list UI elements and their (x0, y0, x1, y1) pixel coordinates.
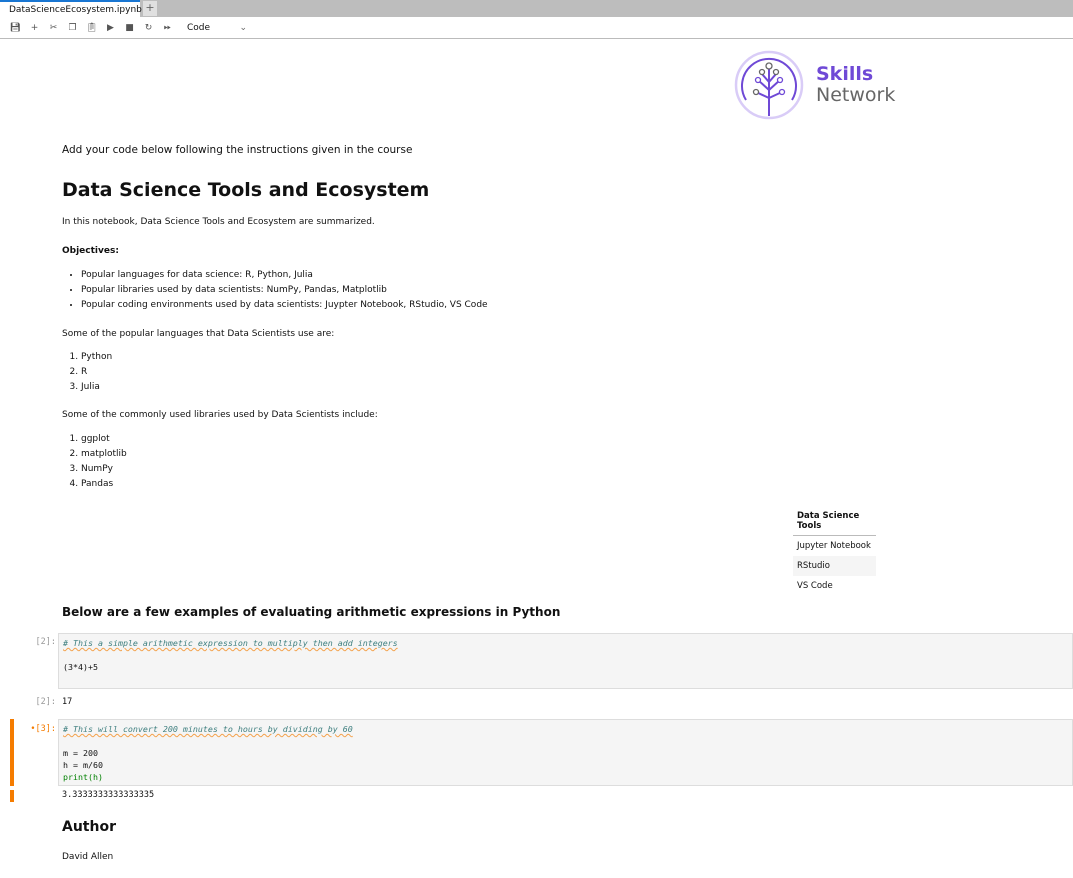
code-comment: # This a simple arithmetic expression to… (63, 638, 398, 648)
tab-title: DataScienceEcosystem.ipynb (9, 4, 142, 15)
paste-icon[interactable]: 📋︎ (82, 23, 101, 33)
new-tab-button[interactable]: + (143, 1, 157, 16)
code-cell-2[interactable]: # This will convert 200 minutes to hours… (58, 719, 1073, 786)
table-cell: RStudio (793, 556, 876, 576)
code-line: print(h) (63, 772, 103, 782)
code-cell-1[interactable]: # This a simple arithmetic expression to… (58, 633, 1073, 689)
cell1-output-prompt: [2]: (35, 697, 56, 707)
list-item: matplotlib (81, 447, 127, 462)
table-header: Data Science Tools (793, 507, 876, 536)
cell1-output: 17 (62, 697, 73, 707)
list-item: Popular languages for data science: R, P… (81, 268, 488, 283)
logo-line1: Skills (816, 63, 874, 85)
list-item: Popular coding environments used by data… (81, 298, 488, 313)
examples-heading: Below are a few examples of evaluating a… (62, 605, 561, 619)
tools-table: Data Science Tools Jupyter Notebook RStu… (793, 507, 876, 596)
table-cell: VS Code (797, 581, 833, 591)
author-name: David Allen (62, 852, 114, 862)
list-item: NumPy (81, 462, 127, 477)
list-item: R (81, 365, 112, 380)
code-line: (3*4)+5 (63, 662, 98, 672)
author-heading: Author (62, 819, 116, 835)
skills-network-logo: Skills Network (734, 50, 895, 120)
cell2-prompt: •[3]: (30, 724, 56, 734)
code-line: m = 200 (63, 748, 98, 758)
cut-icon[interactable]: ✂ (44, 23, 63, 33)
objectives-list: Popular languages for data science: R, P… (62, 268, 488, 313)
list-item: ggplot (81, 432, 127, 447)
output-indicator (10, 790, 14, 802)
fast-forward-icon[interactable]: ⏩︎ (158, 23, 177, 33)
languages-intro: Some of the popular languages that Data … (62, 329, 335, 339)
logo-line2: Network (816, 84, 896, 106)
add-icon[interactable]: + (25, 23, 44, 33)
libraries-list: ggplot matplotlib NumPy Pandas (62, 432, 127, 492)
run-icon[interactable]: ▶ (101, 23, 120, 33)
table-cell: Jupyter Notebook (797, 541, 871, 551)
tree-logo-icon (734, 50, 804, 120)
summary-text: In this notebook, Data Science Tools and… (62, 217, 375, 227)
intro-text: Add your code below following the instru… (62, 144, 413, 156)
list-item: Pandas (81, 477, 127, 492)
list-item: Popular libraries used by data scientist… (81, 283, 488, 298)
cell1-prompt: [2]: (35, 637, 56, 647)
list-item: Julia (81, 380, 112, 395)
copy-icon[interactable]: ❐ (63, 23, 82, 33)
cell2-output: 3.3333333333333335 (62, 790, 155, 800)
notebook-title: Data Science Tools and Ecosystem (62, 179, 430, 201)
libraries-intro: Some of the commonly used libraries used… (62, 410, 378, 420)
save-icon[interactable]: 💾︎ (6, 23, 25, 33)
tab-notebook[interactable]: DataScienceEcosystem.ipynb ✕ (0, 0, 153, 17)
languages-list: Python R Julia (62, 350, 112, 395)
list-item: Python (81, 350, 112, 365)
code-comment: # This will convert 200 minutes to hours… (63, 724, 353, 734)
cell-type-value: Code (187, 22, 211, 33)
stop-icon[interactable]: ■ (120, 23, 139, 33)
cell-type-dropdown[interactable]: Code ⌄ (187, 23, 247, 33)
restart-icon[interactable]: ↻ (139, 23, 158, 33)
tab-bar: DataScienceEcosystem.ipynb ✕ + (0, 0, 1073, 17)
toolbar: 💾︎ + ✂ ❐ 📋︎ ▶ ■ ↻ ⏩︎ Code ⌄ (0, 17, 1073, 39)
chevron-down-icon: ⌄ (239, 22, 247, 33)
code-line: h = m/60 (63, 760, 103, 770)
objectives-label: Objectives: (62, 246, 119, 256)
